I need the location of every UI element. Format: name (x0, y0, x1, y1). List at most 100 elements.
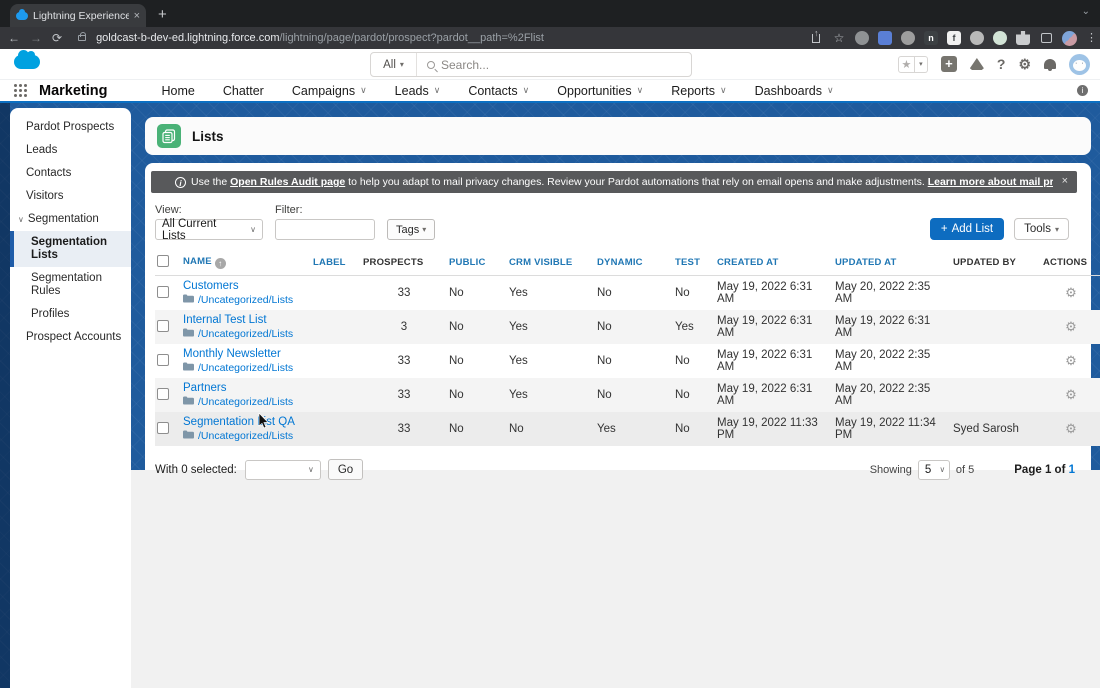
browser-tab[interactable]: Lightning Experience | Salesfor × (10, 4, 146, 27)
forward-button[interactable]: → (30, 31, 42, 45)
help-icon[interactable]: ? (997, 56, 1006, 72)
sidebar-item-segmentation-rules[interactable]: Segmentation Rules (10, 267, 131, 303)
row-settings-gear-icon[interactable]: ⚙ (1065, 285, 1077, 300)
favorites-chevron-icon[interactable]: ▾ (915, 56, 928, 73)
column-header-public[interactable]: PUBLIC (447, 252, 507, 276)
filter-input[interactable] (275, 219, 375, 240)
nav-tab-dashboards[interactable]: Dashboards∨ (741, 80, 848, 101)
extension-rings-icon[interactable] (970, 31, 984, 45)
select-all-checkbox[interactable] (157, 255, 169, 267)
row-settings-gear-icon[interactable]: ⚙ (1065, 353, 1077, 368)
column-header-name[interactable]: NAME↑ (181, 252, 311, 276)
favorites-control[interactable]: ★ ▾ (898, 56, 928, 73)
page-number-link[interactable]: 1 (1069, 464, 1075, 476)
column-header-dynamic[interactable]: DYNAMIC (595, 252, 673, 276)
list-name-link[interactable]: Internal Test List (183, 314, 309, 326)
search-scope-dropdown[interactable]: All▾ (371, 53, 417, 76)
app-name[interactable]: Marketing (39, 83, 108, 99)
extension-clock-icon[interactable] (993, 31, 1007, 45)
extension-dark-square-icon[interactable]: n (924, 31, 938, 45)
banner-link-open-rules-audit[interactable]: Open Rules Audit page (230, 176, 345, 188)
sidebar-item-leads[interactable]: Leads (10, 139, 131, 162)
tools-button[interactable]: Tools▾ (1014, 218, 1069, 240)
sidebar-item-prospect-accounts[interactable]: Prospect Accounts (10, 326, 131, 349)
go-button[interactable]: Go (328, 459, 363, 480)
column-header-label[interactable]: LABEL (311, 252, 361, 276)
nav-tab-campaigns[interactable]: Campaigns∨ (278, 80, 381, 101)
global-search[interactable]: All▾ Search... (370, 52, 692, 77)
column-header-prospects[interactable]: PROSPECTS (361, 252, 447, 276)
setup-gear-icon[interactable]: ⚙ (1018, 56, 1031, 73)
column-header-test[interactable]: TEST (673, 252, 715, 276)
column-header-actions[interactable]: ACTIONS (1041, 252, 1100, 276)
row-checkbox[interactable] (157, 286, 169, 298)
back-button[interactable]: ← (8, 31, 20, 45)
user-avatar[interactable] (1069, 54, 1090, 75)
app-launcher-icon[interactable] (14, 84, 27, 97)
bookmark-star-icon[interactable]: ☆ (832, 31, 846, 45)
sidebar-item-visitors[interactable]: Visitors (10, 185, 131, 208)
banner-link-learn-more[interactable]: Learn more about mail privacy protection… (928, 176, 1053, 188)
notifications-bell-icon[interactable] (1044, 59, 1056, 69)
sidebar-item-segmentation-lists[interactable]: Segmentation Lists (10, 231, 131, 267)
sidebar-item-profiles[interactable]: Profiles (10, 303, 131, 326)
row-settings-gear-icon[interactable]: ⚙ (1065, 387, 1077, 402)
tab-close-icon[interactable]: × (134, 10, 140, 22)
nav-tab-opportunities[interactable]: Opportunities∨ (543, 80, 657, 101)
row-checkbox[interactable] (157, 388, 169, 400)
folder-path-link[interactable]: /Uncategorized/Lists (198, 294, 293, 306)
extension-facebook-icon[interactable]: f (947, 31, 961, 45)
list-name-link[interactable]: Segmentation List QA (183, 416, 309, 428)
global-actions-icon[interactable]: + (941, 56, 957, 72)
nav-tab-contacts[interactable]: Contacts∨ (454, 80, 543, 101)
nav-tab-home[interactable]: Home (148, 80, 209, 101)
row-checkbox[interactable] (157, 422, 169, 434)
new-tab-button[interactable]: + (158, 6, 167, 23)
list-name-link[interactable]: Monthly Newsletter (183, 348, 309, 360)
folder-path-link[interactable]: /Uncategorized/Lists (198, 328, 293, 340)
extension-gray-circle-icon[interactable] (901, 31, 915, 45)
folder-path-link[interactable]: /Uncategorized/Lists (198, 362, 293, 374)
nav-tab-reports[interactable]: Reports∨ (657, 80, 740, 101)
mouse-cursor (258, 413, 269, 429)
list-name-link[interactable]: Partners (183, 382, 309, 394)
tags-button[interactable]: Tags▾ (387, 219, 435, 240)
view-select[interactable]: All Current Lists∨ (155, 219, 263, 240)
column-header-updated-by[interactable]: UPDATED BY (951, 252, 1041, 276)
side-panel-icon[interactable] (1039, 31, 1053, 45)
sidebar-item-contacts[interactable]: Contacts (10, 162, 131, 185)
nav-tab-leads[interactable]: Leads∨ (381, 80, 455, 101)
puzzle-extensions-icon[interactable] (1016, 31, 1030, 45)
nav-info-badge-icon[interactable]: i (1077, 85, 1088, 96)
extension-blue-square-icon[interactable] (878, 31, 892, 45)
column-header-updated-at[interactable]: UPDATED AT (833, 252, 951, 276)
share-icon[interactable] (809, 31, 823, 45)
sidebar-item-pardot-prospects[interactable]: Pardot Prospects (10, 116, 131, 139)
browser-profile-avatar[interactable] (1062, 31, 1077, 46)
folder-path-link[interactable]: /Uncategorized/Lists (198, 396, 293, 408)
add-list-button[interactable]: +Add List (930, 218, 1004, 240)
guidance-center-icon[interactable] (970, 58, 984, 70)
page-size-select[interactable]: 5∨ (918, 460, 950, 480)
sort-ascending-icon[interactable]: ↑ (215, 258, 226, 269)
row-checkbox[interactable] (157, 354, 169, 366)
column-header-crm-visible[interactable]: CRM VISIBLE (507, 252, 595, 276)
favorites-star-icon[interactable]: ★ (898, 56, 915, 73)
reload-button[interactable]: ⟳ (52, 31, 62, 45)
list-name-link[interactable]: Customers (183, 280, 309, 292)
extension-badged-icon[interactable] (855, 31, 869, 45)
row-settings-gear-icon[interactable]: ⚙ (1065, 421, 1077, 436)
column-header-created-at[interactable]: CREATED AT (715, 252, 833, 276)
lock-icon[interactable] (78, 35, 86, 41)
row-settings-gear-icon[interactable]: ⚙ (1065, 319, 1077, 334)
folder-icon (183, 430, 194, 442)
address-field[interactable]: goldcast-b-dev-ed.lightning.force.com/li… (96, 32, 799, 44)
bulk-action-select[interactable]: ∨ (245, 460, 321, 480)
folder-path-link[interactable]: /Uncategorized/Lists (198, 430, 293, 442)
banner-close-icon[interactable]: × (1062, 175, 1068, 187)
nav-tab-chatter[interactable]: Chatter (209, 80, 278, 101)
row-checkbox[interactable] (157, 320, 169, 332)
browser-menu-icon[interactable]: ⋮ (1086, 36, 1092, 40)
sidebar-item-segmentation[interactable]: ∨Segmentation (10, 208, 131, 231)
window-chevron-icon[interactable]: ⌄ (1082, 6, 1090, 17)
